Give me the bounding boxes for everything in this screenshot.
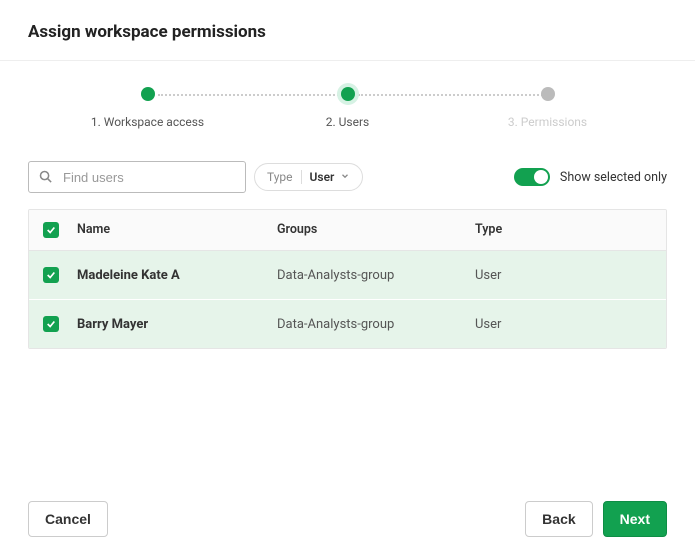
- stepper-step-2: 2. Users: [248, 87, 448, 129]
- stepper-label: 3. Permissions: [508, 115, 587, 129]
- table-row[interactable]: Barry Mayer Data-Analysts-group User: [29, 300, 666, 348]
- type-filter-label: Type: [267, 170, 302, 184]
- stepper-step-1: 1. Workspace access: [48, 87, 248, 129]
- page-title: Assign workspace permissions: [28, 22, 667, 42]
- search-input[interactable]: [28, 161, 246, 193]
- next-button[interactable]: Next: [603, 501, 667, 537]
- show-selected-toggle[interactable]: [514, 168, 550, 186]
- user-name: Madeleine Kate A: [77, 268, 277, 283]
- stepper-step-3: 3. Permissions: [448, 87, 648, 129]
- user-type: User: [475, 268, 652, 283]
- select-all-checkbox[interactable]: [43, 222, 59, 238]
- stepper-label: 2. Users: [326, 115, 370, 129]
- type-filter-dropdown[interactable]: Type User: [254, 163, 363, 191]
- stepper-dot-done-icon: [141, 87, 155, 101]
- back-button[interactable]: Back: [525, 501, 592, 537]
- table-header: Name Groups Type: [29, 210, 666, 251]
- user-name: Barry Mayer: [77, 317, 277, 332]
- stepper-dot-inactive-icon: [541, 87, 555, 101]
- chevron-down-icon: [340, 170, 350, 184]
- type-filter-value: User: [310, 170, 335, 184]
- user-groups: Data-Analysts-group: [277, 317, 475, 332]
- stepper-label: 1. Workspace access: [91, 115, 204, 129]
- row-checkbox[interactable]: [43, 267, 59, 283]
- search-icon: [38, 169, 53, 188]
- user-groups: Data-Analysts-group: [277, 268, 475, 283]
- user-type: User: [475, 317, 652, 332]
- show-selected-label: Show selected only: [560, 170, 667, 185]
- stepper: 1. Workspace access 2. Users 3. Permissi…: [0, 61, 695, 151]
- column-header-type[interactable]: Type: [475, 222, 652, 238]
- cancel-button[interactable]: Cancel: [28, 501, 108, 537]
- users-table: Name Groups Type Madeleine Kate A Data-A…: [28, 209, 667, 349]
- row-checkbox[interactable]: [43, 316, 59, 332]
- column-header-name[interactable]: Name: [77, 222, 277, 238]
- column-header-groups[interactable]: Groups: [277, 222, 475, 238]
- stepper-dot-active-icon: [341, 87, 355, 101]
- table-row[interactable]: Madeleine Kate A Data-Analysts-group Use…: [29, 251, 666, 300]
